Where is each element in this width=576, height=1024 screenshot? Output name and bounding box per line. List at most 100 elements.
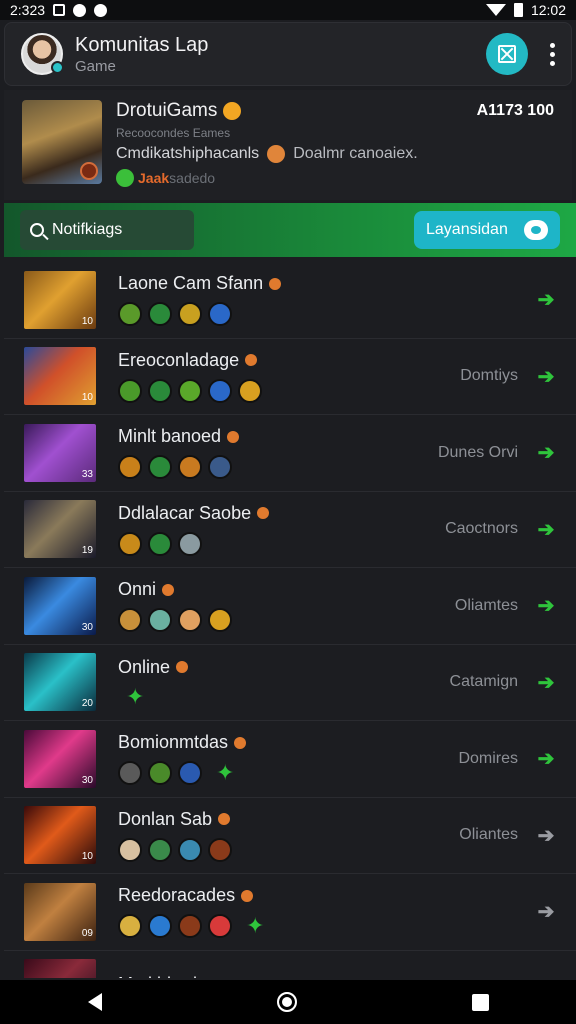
- member-avatar[interactable]: [118, 914, 142, 939]
- featured-game-thumbnail: [22, 100, 102, 184]
- member-avatar[interactable]: [208, 914, 232, 939]
- featured-subtitle: Recoocondes Eames: [116, 126, 231, 140]
- service-button-label: Layansidan: [426, 221, 508, 238]
- member-avatar[interactable]: [178, 455, 202, 480]
- member-avatar[interactable]: [118, 531, 142, 556]
- member-avatar[interactable]: [118, 837, 142, 862]
- member-avatar[interactable]: [238, 378, 262, 403]
- list-item[interactable]: 10 Laone Cam Sfann ➔: [4, 262, 576, 339]
- member-avatar[interactable]: [208, 455, 232, 480]
- list-item[interactable]: Mmkidrad .. ➔: [4, 951, 576, 979]
- member-avatar[interactable]: [208, 608, 232, 633]
- game-title: Mmkidrad ..: [118, 974, 212, 978]
- game-thumbnail: 33: [24, 423, 96, 482]
- expand-icon: [498, 45, 516, 63]
- list-item[interactable]: 19 Ddlalacar Saobe Caoctnors ➔: [4, 492, 576, 568]
- system-nav-bar: [0, 980, 576, 1024]
- notification-app-icon: [94, 3, 108, 17]
- game-status: Oliantes: [459, 826, 518, 844]
- emoji-icon: [218, 813, 231, 826]
- member-avatar[interactable]: [178, 531, 202, 556]
- game-title: Minlt banoed: [118, 426, 222, 447]
- game-level: 19: [81, 545, 93, 557]
- member-avatar[interactable]: [118, 761, 142, 786]
- service-button[interactable]: Layansidan: [414, 211, 560, 249]
- member-avatar[interactable]: [148, 608, 172, 633]
- search-box[interactable]: [20, 210, 194, 250]
- game-thumbnail: 20: [24, 653, 96, 712]
- home-icon[interactable]: [276, 992, 297, 1012]
- game-level: 10: [81, 851, 93, 863]
- member-avatar[interactable]: [178, 837, 202, 862]
- open-arrow-icon[interactable]: ➔: [536, 823, 556, 848]
- member-avatar[interactable]: [148, 837, 172, 862]
- game-level: 09: [81, 927, 93, 939]
- member-avatar[interactable]: [148, 761, 172, 786]
- search-input[interactable]: [52, 221, 182, 239]
- open-arrow-icon[interactable]: ➔: [536, 746, 556, 771]
- game-status: Domtiys: [460, 367, 518, 385]
- member-avatar[interactable]: [178, 302, 202, 327]
- smile-emoji-icon: [223, 102, 242, 120]
- open-arrow-icon[interactable]: ➔: [536, 364, 556, 389]
- more-options-icon[interactable]: [550, 42, 555, 66]
- list-item[interactable]: 20 Online ✦ Catamign ➔: [4, 645, 576, 721]
- member-avatar[interactable]: [118, 302, 142, 327]
- member-avatar[interactable]: [148, 914, 172, 939]
- game-level: 10: [81, 315, 93, 327]
- emoji-icon: [234, 736, 247, 749]
- list-item[interactable]: 30 Onni Oliamtes ➔: [4, 568, 576, 645]
- member-avatar[interactable]: [118, 608, 142, 633]
- notification-square-icon: [53, 4, 66, 16]
- open-arrow-icon[interactable]: ➔: [536, 517, 556, 542]
- game-thumbnail: 10: [24, 806, 96, 865]
- game-thumbnail: 30: [24, 576, 96, 635]
- emoji-icon: [241, 889, 254, 902]
- member-avatar[interactable]: [178, 378, 202, 403]
- emoji-icon: [162, 583, 175, 596]
- open-arrow-icon[interactable]: ➔: [536, 976, 556, 979]
- game-title: Ereoconladage: [118, 349, 240, 370]
- chat-bubble-icon: [116, 169, 134, 187]
- member-avatar[interactable]: [208, 302, 232, 327]
- recent-apps-icon[interactable]: [471, 993, 489, 1011]
- community-avatar[interactable]: [21, 33, 64, 75]
- game-title: Laone Cam Sfann: [118, 273, 264, 294]
- member-avatar[interactable]: [178, 608, 202, 633]
- page-title: Komunitas Lap: [75, 33, 209, 56]
- expand-button[interactable]: [486, 33, 528, 75]
- member-avatar[interactable]: [148, 531, 172, 556]
- member-avatar[interactable]: [148, 302, 172, 327]
- member-avatar[interactable]: [148, 378, 172, 403]
- member-avatar[interactable]: [148, 455, 172, 480]
- member-avatar[interactable]: [208, 378, 232, 403]
- open-arrow-icon[interactable]: ➔: [536, 593, 556, 618]
- emoji-icon: [257, 507, 270, 520]
- list-item[interactable]: 30 Bomionmtdas ✦ Domires ➔: [4, 721, 576, 798]
- list-item[interactable]: 10 Ereoconladage Domtiys ➔: [4, 339, 576, 415]
- member-avatar[interactable]: [178, 914, 202, 939]
- game-thumbnail: 30: [24, 729, 96, 788]
- game-thumbnail: 10: [24, 270, 96, 329]
- game-title: Donlan Sab: [118, 808, 213, 829]
- member-avatar[interactable]: [208, 837, 232, 862]
- featured-tag-text: sadedo: [169, 170, 216, 186]
- back-icon[interactable]: [87, 993, 102, 1011]
- member-avatar[interactable]: [118, 455, 142, 480]
- open-arrow-icon[interactable]: ➔: [536, 440, 556, 465]
- member-avatar[interactable]: [178, 761, 202, 786]
- list-item[interactable]: 33 Minlt banoed Dunes Orvi ➔: [4, 415, 576, 492]
- open-arrow-icon[interactable]: ➔: [536, 287, 556, 312]
- featured-game-card[interactable]: DrotuiGams A1173 100 Recoocondes Eames C…: [4, 90, 572, 200]
- game-level: 33: [81, 468, 93, 480]
- sparkle-icon: ✦: [216, 760, 235, 786]
- open-arrow-icon[interactable]: ➔: [536, 670, 556, 695]
- list-item[interactable]: 10 Donlan Sab Oliantes ➔: [4, 798, 576, 874]
- list-item[interactable]: 09 Reedoracades ✦ ➔: [4, 874, 576, 951]
- game-title: Reedoracades: [118, 885, 236, 906]
- member-avatar[interactable]: [118, 378, 142, 403]
- game-status: Domires: [458, 749, 518, 767]
- game-level: 30: [81, 621, 93, 633]
- game-list: 10 Laone Cam Sfann ➔ 10 Ereoconladage Domtiys…: [4, 262, 576, 978]
- open-arrow-icon[interactable]: ➔: [536, 899, 556, 924]
